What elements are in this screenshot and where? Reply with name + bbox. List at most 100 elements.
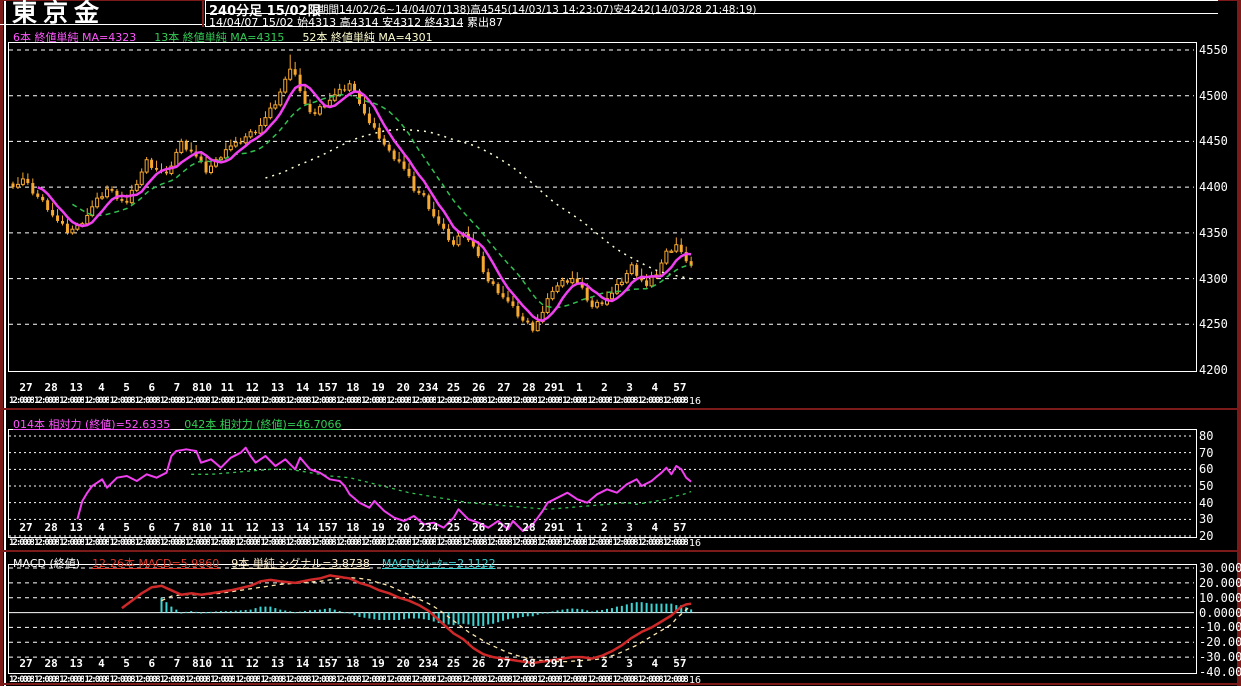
x-day-label: 291 [544, 657, 565, 670]
rsi42-legend-label[interactable]: 042本 相対力 (終値)=46.7066 [184, 416, 341, 432]
x-time-label: 12:0008:00 [34, 538, 59, 548]
rsi14-legend-label[interactable]: 014本 相対力 (終値)=52.6335 [13, 416, 170, 432]
x-day-label: 1 [575, 381, 583, 394]
macd-y-axis-label: 20.0000 [1199, 575, 1241, 590]
x-time-label: 12:0008:00 [59, 538, 84, 548]
x-time-label: 12:0008:00 [662, 538, 688, 548]
main-chart-plot-area[interactable] [8, 42, 1197, 372]
x-day-label: 6 [148, 521, 156, 534]
rsi-legend: 014本 相対力 (終値)=52.6335 042本 相対力 (終値)=46.7… [13, 416, 342, 432]
x-day-label: 19 [371, 521, 385, 534]
x-day-label: 6 [148, 381, 156, 394]
x-day-label: 4 [98, 657, 105, 670]
x-time-label: 12:0008:00 [386, 538, 411, 548]
x-day-label: 14 [296, 521, 310, 534]
header-divider-red [202, 0, 204, 27]
frame-left-white-line [4, 0, 6, 686]
x-day-label: 7 [173, 381, 181, 394]
rsi-y-axis-label: 70 [1199, 445, 1214, 460]
x-day-label: 4 [651, 657, 659, 670]
x-time-label: 12:0008:00 [310, 538, 336, 548]
x-day-label: 19 [371, 381, 385, 394]
x-time-label: 12:0008:00 [587, 675, 612, 685]
x-day-label: 20 [396, 657, 410, 670]
x-time-label: 12:0008:00 [537, 538, 562, 548]
x-time-label: 12:0008:00 [562, 538, 587, 548]
main-y-axis-label: 4350 [1199, 225, 1228, 240]
x-day-label: 14 [296, 381, 310, 394]
x-time-label: 12:0008:00 [59, 675, 84, 685]
x-time-label: 12:0008:00 [461, 538, 487, 548]
x-time-trailing-label: 16 [689, 538, 702, 549]
x-day-label: 20 [396, 521, 410, 534]
x-time-label: 12:0008:00 [185, 675, 210, 685]
x-day-label: 234 [418, 657, 439, 670]
x-day-label: 5 [123, 381, 130, 394]
x-time-label: 12:0008:00 [109, 538, 135, 548]
x-time-label: 12:0008:00 [109, 675, 135, 685]
x-day-label: 13 [270, 521, 285, 534]
x-time-label: 12:0008:00 [285, 675, 311, 685]
x-time-label: 12:0008:00 [84, 396, 109, 406]
quote-info: 14/04/07 15/02 始4313 高4314 安4312 終4314 累… [209, 16, 504, 29]
rsi-y-axis-label: 50 [1199, 479, 1214, 493]
x-day-label: 13 [69, 381, 83, 394]
x-time-label: 12:0008:00 [159, 538, 185, 548]
separator-main-rsi [0, 408, 1237, 410]
x-day-label: 11 [220, 657, 234, 670]
x-time-label: 12:0008:00 [159, 675, 185, 685]
x-day-label: 13 [270, 381, 285, 394]
x-time-label: 12:0008:00 [637, 675, 663, 685]
x-day-label: 13 [270, 657, 285, 670]
x-day-label: 234 [418, 521, 439, 534]
x-day-label: 28 [44, 657, 58, 670]
rsi-y-axis-label: 60 [1199, 462, 1214, 477]
x-day-label: 28 [522, 521, 536, 534]
x-day-label: 13 [69, 521, 83, 534]
title-underline [0, 24, 205, 25]
x-time-trailing-label: 16 [689, 675, 702, 686]
x-time-label: 12:0008:00 [210, 675, 235, 685]
x-time-label: 12:0008:00 [612, 675, 638, 685]
x-time-label: 12:0008:00 [512, 675, 537, 685]
x-day-label: 4 [651, 381, 659, 394]
x-day-label: 57 [673, 381, 687, 394]
x-day-label: 4 [98, 521, 105, 534]
x-day-label: 1 [575, 521, 583, 534]
header-underline-2 [205, 26, 463, 27]
x-time-label: 12:0008:00 [411, 396, 436, 406]
main-y-axis-label: 4400 [1199, 180, 1228, 195]
x-time-label: 12:0008:00 [436, 675, 462, 685]
signal-value-label[interactable]: 9本 単純 シグナル=3.8738 [231, 555, 370, 571]
x-time-label: 12:0008:00 [637, 538, 663, 548]
x-time-label: 12:0008:00 [310, 675, 336, 685]
x-day-label: 27 [19, 657, 33, 670]
x-time-label: 12:0008:00 [185, 396, 210, 406]
frame-left [0, 0, 3, 686]
x-time-trailing-label: 16 [689, 396, 702, 407]
x-time-label: 12:0008:00 [235, 538, 260, 548]
macd-y-axis-label: -40.0000 [1199, 665, 1241, 679]
x-time-label: 12:0008:00 [361, 538, 386, 548]
x-time-label: 12:0008:00 [612, 396, 638, 406]
x-time-label: 12:0008:00 [34, 396, 59, 406]
x-time-label: 12:0008:00 [310, 396, 336, 406]
x-day-label: 2 [601, 521, 608, 534]
macd-osc-label[interactable]: MACDｵｼﾚｰﾀｰ=2.1122 [382, 555, 496, 571]
x-time-label: 12:0008:00 [386, 675, 411, 685]
x-time-label: 12:0008:00 [335, 396, 361, 406]
x-day-label: 25 [446, 521, 461, 534]
x-time-label: 12:0008:00 [159, 396, 185, 406]
macd-value-label[interactable]: 12-26本 MACD=5.9860 [92, 555, 219, 571]
rsi-y-axis-label: 80 [1199, 429, 1214, 443]
x-day-label: 234 [418, 381, 439, 394]
x-day-label: 27 [497, 381, 511, 394]
x-day-label: 28 [522, 657, 536, 670]
x-time-label: 12:0008:00 [361, 675, 386, 685]
x-day-label: 6 [148, 657, 156, 670]
x-time-label: 12:0008:00 [587, 396, 612, 406]
x-day-label: 3 [626, 381, 633, 394]
x-time-label: 12:0008:00 [109, 396, 135, 406]
x-time-label: 12:0008:00 [260, 538, 286, 548]
x-day-label: 157 [317, 521, 338, 534]
